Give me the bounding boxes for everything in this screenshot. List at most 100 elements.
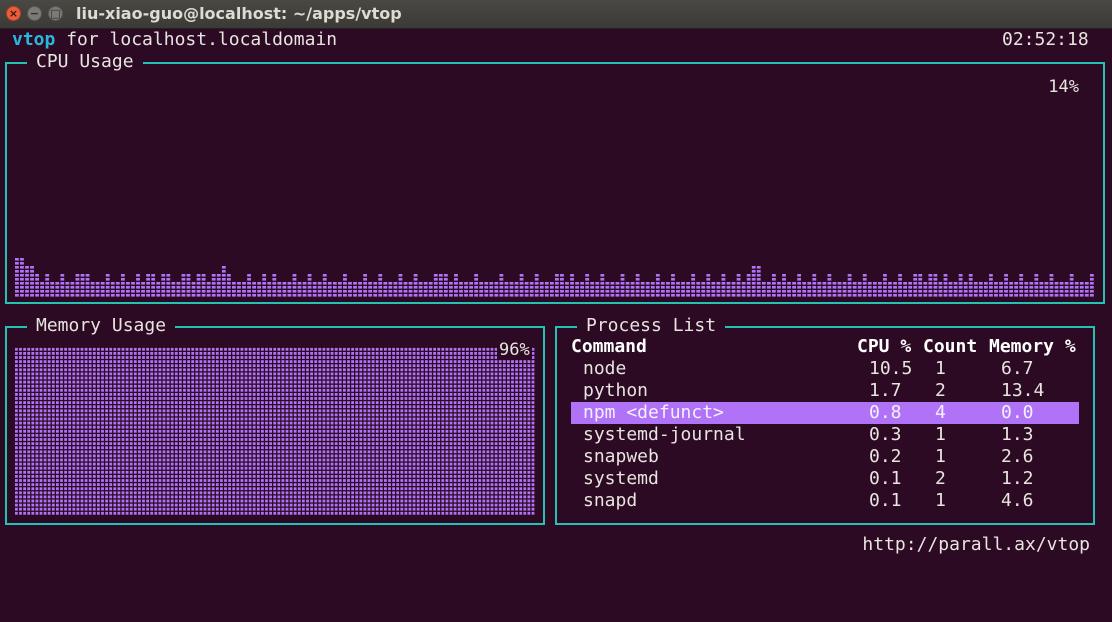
cpu-history-dot	[449, 294, 453, 297]
memory-dot	[109, 434, 113, 437]
memory-dot	[429, 466, 432, 470]
memory-dot	[64, 397, 67, 400]
memory-dot	[154, 475, 158, 478]
memory-dot	[302, 425, 305, 429]
memory-dot	[187, 450, 190, 454]
memory-dot	[457, 401, 461, 404]
memory-dot	[121, 458, 125, 462]
memory-dot	[60, 499, 63, 503]
memory-dot	[466, 470, 469, 474]
memory-dot	[351, 401, 354, 404]
window-titlebar[interactable]: × − □ liu-xiao-guo@localhost: ~/apps/vto…	[0, 0, 1112, 29]
cpu-history-dot	[893, 294, 897, 297]
cpu-history-dot	[635, 294, 640, 297]
memory-dot	[490, 425, 494, 429]
memory-dot	[519, 434, 523, 437]
cpu-history-dot	[792, 290, 796, 293]
memory-dot	[502, 409, 506, 413]
memory-dot	[285, 458, 289, 462]
memory-dot	[297, 503, 301, 507]
memory-dot	[408, 421, 412, 425]
memory-dot	[56, 397, 59, 400]
memory-dot	[400, 429, 404, 433]
memory-dot	[240, 470, 244, 474]
cpu-history-dot	[1039, 290, 1044, 293]
cpu-history-dot	[30, 294, 34, 297]
memory-dot	[498, 417, 502, 421]
cpu-history-dot	[363, 290, 368, 293]
memory-dot	[400, 503, 404, 507]
cpu-history-dot	[635, 274, 640, 277]
memory-dot	[72, 491, 76, 495]
cpu-history-dot	[262, 278, 267, 281]
memory-dot	[211, 503, 215, 507]
memory-dot	[166, 405, 170, 409]
memory-dot	[129, 487, 133, 491]
memory-dot	[170, 475, 174, 478]
memory-dot	[273, 413, 277, 417]
memory-dot	[15, 446, 18, 450]
cpu-history-column	[514, 282, 519, 297]
memory-dot	[297, 475, 301, 478]
memory-dot-row	[15, 483, 535, 486]
memory-dot	[437, 417, 441, 421]
memory-dot	[47, 470, 51, 474]
memory-dot	[97, 511, 100, 515]
cpu-history-dot	[918, 290, 923, 293]
memory-dot-row	[15, 503, 535, 507]
cpu-history-dot	[857, 286, 862, 289]
memory-dot	[281, 499, 285, 503]
cpu-history-dot	[802, 294, 807, 297]
memory-dot	[445, 425, 449, 429]
cpu-history-dot	[509, 286, 514, 289]
memory-dot	[310, 499, 313, 503]
cpu-history-dot	[403, 294, 408, 297]
cpu-history-column	[242, 282, 246, 297]
cpu-history-dot	[509, 282, 514, 285]
cpu-history-dot	[146, 274, 150, 277]
cpu-history-dot	[433, 282, 438, 285]
cpu-history-dot	[928, 278, 933, 281]
memory-dot	[129, 466, 133, 470]
memory-dot	[289, 425, 293, 429]
memory-dot	[375, 409, 379, 413]
cpu-history-dot	[25, 294, 29, 297]
memory-dot	[371, 470, 375, 474]
window-minimize-button[interactable]: −	[27, 6, 42, 21]
memory-dot	[244, 397, 248, 400]
cpu-history-dot	[1084, 294, 1089, 297]
memory-dot	[355, 405, 359, 409]
cpu-history-dot	[585, 274, 590, 277]
memory-dot	[326, 397, 330, 400]
memory-dot	[388, 401, 391, 404]
memory-dot	[215, 397, 219, 400]
cpu-history-column	[90, 282, 95, 297]
window-maximize-button[interactable]: □	[48, 6, 63, 21]
memory-dot	[252, 425, 256, 429]
memory-dot	[507, 397, 510, 400]
window-close-button[interactable]: ×	[6, 6, 21, 21]
memory-dot	[236, 507, 240, 511]
cpu-history-dot	[196, 282, 201, 285]
memory-dot	[129, 409, 133, 413]
memory-dot	[228, 409, 231, 413]
memory-dot	[302, 421, 305, 425]
memory-dot	[519, 487, 523, 491]
memory-dot	[486, 503, 490, 507]
memory-dot	[285, 450, 289, 454]
memory-dot	[211, 475, 215, 478]
memory-dot	[326, 429, 330, 433]
memory-dot	[511, 450, 514, 454]
memory-dot	[240, 401, 244, 404]
memory-dot	[162, 483, 166, 486]
memory-dot	[441, 438, 445, 441]
memory-dot	[379, 466, 383, 470]
memory-dot	[441, 450, 445, 454]
memory-dot	[183, 421, 186, 425]
cpu-history-dot	[226, 274, 231, 277]
memory-dot	[277, 499, 281, 503]
cpu-history-dot	[161, 294, 166, 297]
memory-dot	[445, 397, 449, 400]
memory-dot	[359, 491, 363, 495]
memory-dot	[490, 487, 494, 491]
